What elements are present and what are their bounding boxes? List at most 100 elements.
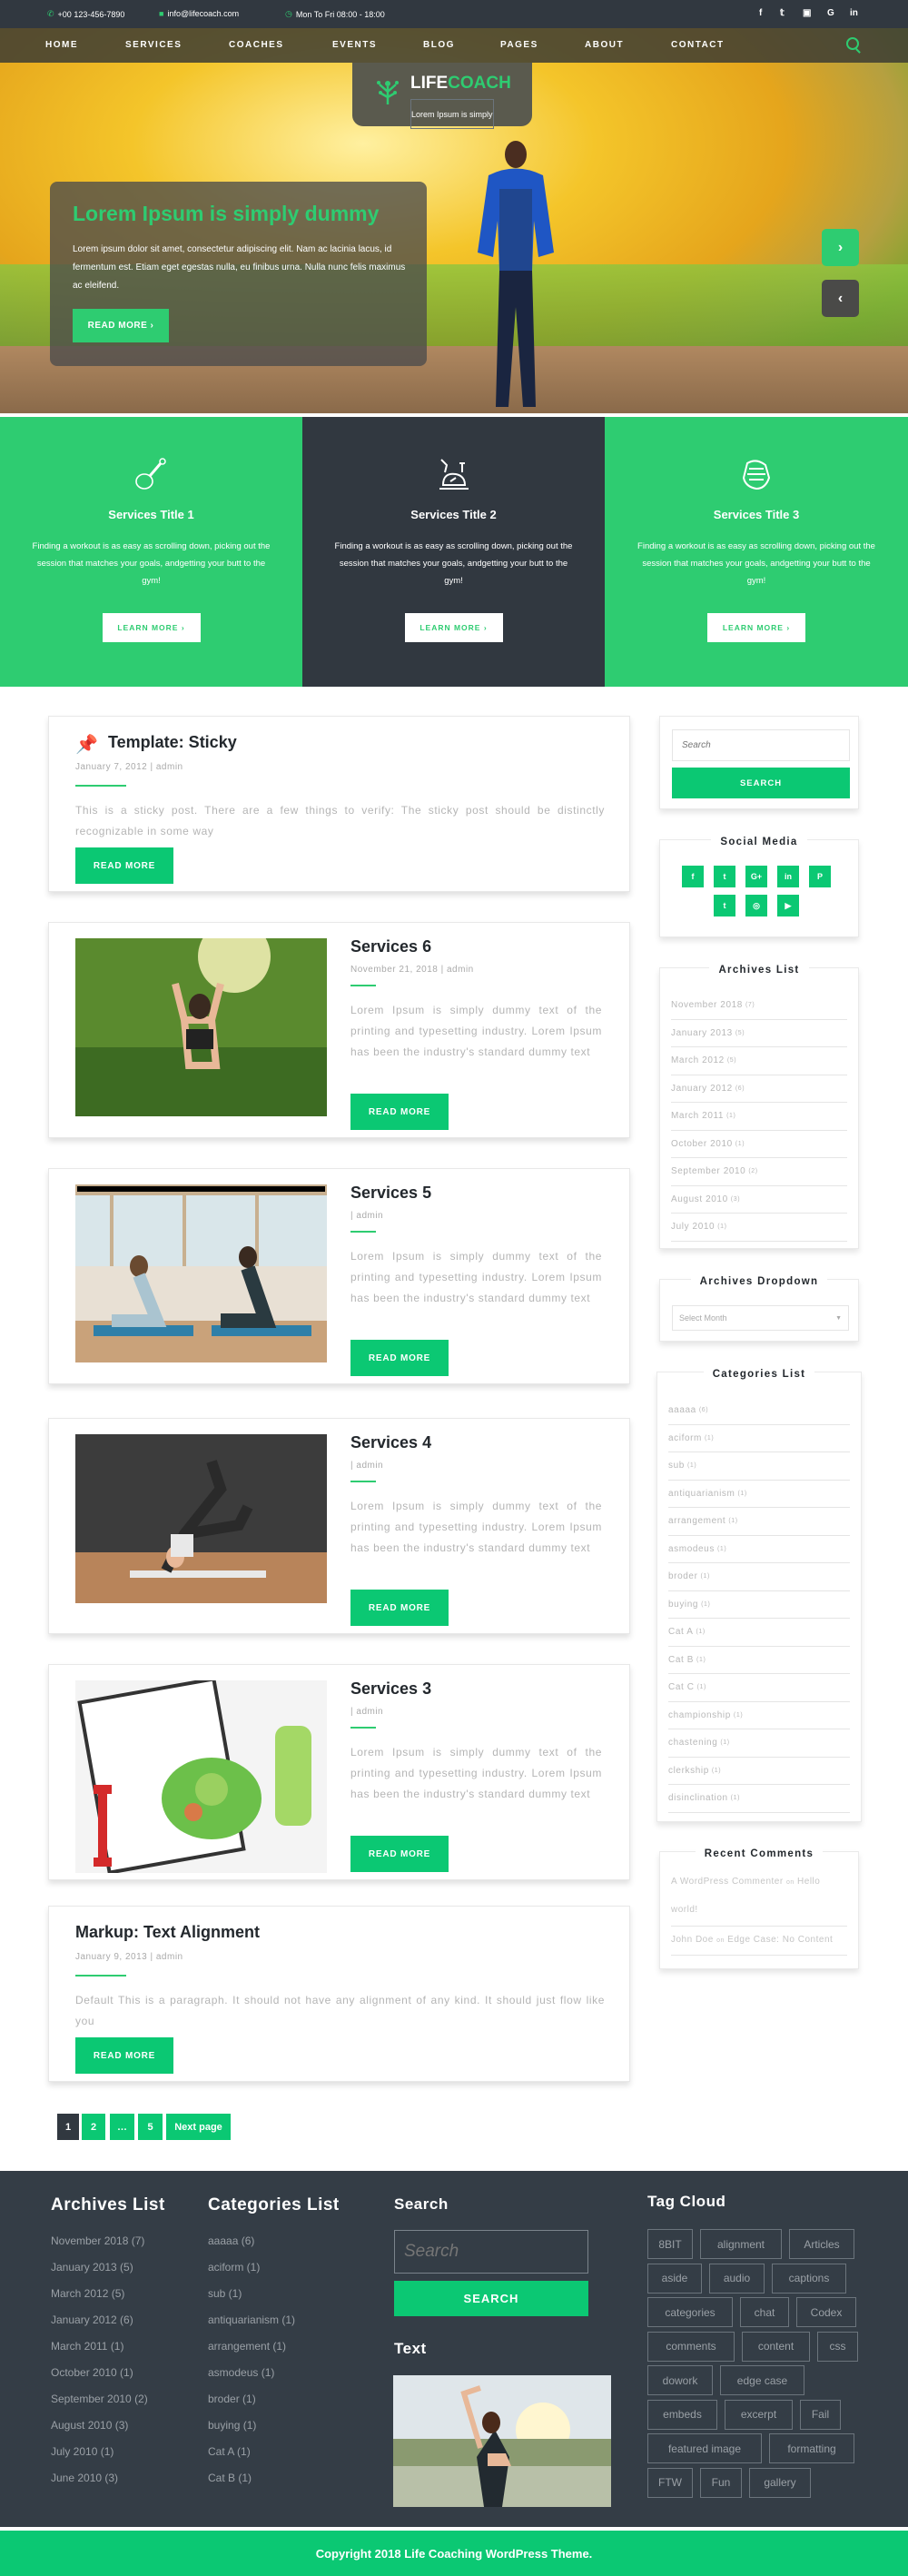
tag-link[interactable]: excerpt xyxy=(725,2399,793,2430)
archive-item[interactable]: January 2013 (5) xyxy=(671,1020,847,1047)
tag-link[interactable]: gallery xyxy=(749,2467,811,2498)
tag-link[interactable]: css xyxy=(817,2331,858,2362)
tag-link[interactable]: dowork xyxy=(647,2365,713,2395)
search-icon[interactable] xyxy=(846,37,859,50)
category-item[interactable]: chastening (1) xyxy=(668,1729,850,1758)
twitter-icon[interactable]: 𝕥 xyxy=(780,8,785,18)
google-icon[interactable]: G xyxy=(827,8,834,18)
category-item[interactable]: buying (1) xyxy=(668,1591,850,1619)
comment-author[interactable]: A WordPress Commenter xyxy=(671,1877,784,1887)
nav-home[interactable]: HOME xyxy=(45,40,78,50)
footer-category-link[interactable]: arrangement (1) xyxy=(208,2340,295,2366)
category-item[interactable]: broder (1) xyxy=(668,1563,850,1591)
post-title[interactable]: Markup: Text Alignment xyxy=(75,1923,260,1942)
footer-search-button[interactable]: SEARCH xyxy=(394,2281,588,2316)
archive-item[interactable]: October 2010 (1) xyxy=(671,1131,847,1158)
tumblr-icon[interactable]: t xyxy=(714,895,735,916)
facebook-icon[interactable]: f xyxy=(759,8,762,18)
nav-pages[interactable]: PAGES xyxy=(500,40,538,50)
archive-item[interactable]: November 2018 (7) xyxy=(671,992,847,1020)
tag-link[interactable]: FTW xyxy=(647,2467,693,2498)
nav-coaches[interactable]: COACHES xyxy=(229,40,284,50)
next-page-button[interactable]: Next page xyxy=(166,2114,231,2140)
footer-archive-link[interactable]: March 2011 (1) xyxy=(51,2340,148,2366)
footer-category-link[interactable]: antiquarianism (1) xyxy=(208,2313,295,2340)
learn-more-button[interactable]: LEARN MORE › xyxy=(404,613,503,642)
archive-item[interactable]: March 2012 (5) xyxy=(671,1047,847,1075)
sidebar-search-button[interactable]: SEARCH xyxy=(672,768,850,798)
category-item[interactable]: Cat B (1) xyxy=(668,1647,850,1674)
footer-category-link[interactable]: Cat A (1) xyxy=(208,2445,295,2472)
linkedin-icon[interactable]: in xyxy=(850,8,858,18)
comment-post-link[interactable]: Edge Case: No Content xyxy=(727,1935,833,1945)
archive-item[interactable]: August 2010 (3) xyxy=(671,1186,847,1214)
category-item[interactable]: asmodeus (1) xyxy=(668,1536,850,1563)
twitter-icon[interactable]: t xyxy=(714,866,735,887)
youtube-icon[interactable]: ▣ xyxy=(803,8,811,18)
footer-archive-link[interactable]: July 2010 (1) xyxy=(51,2445,148,2472)
read-more-button[interactable]: READ MORE xyxy=(75,847,173,884)
tag-link[interactable]: edge case xyxy=(720,2365,804,2395)
footer-archive-link[interactable]: August 2010 (3) xyxy=(51,2419,148,2445)
footer-archive-link[interactable]: January 2013 (5) xyxy=(51,2261,148,2287)
read-more-button[interactable]: READ MORE xyxy=(350,1590,449,1626)
linkedin-icon[interactable]: in xyxy=(777,866,799,887)
category-item[interactable]: arrangement (1) xyxy=(668,1508,850,1536)
tag-link[interactable]: formatting xyxy=(769,2433,854,2463)
tag-link[interactable]: embeds xyxy=(647,2399,717,2430)
tag-link[interactable]: aside xyxy=(647,2263,702,2294)
tag-link[interactable]: Codex xyxy=(796,2297,856,2327)
slider-next-button[interactable]: › xyxy=(822,229,859,266)
footer-category-link[interactable]: broder (1) xyxy=(208,2393,295,2419)
footer-search-input[interactable] xyxy=(394,2230,588,2274)
nav-contact[interactable]: CONTACT xyxy=(671,40,725,50)
tag-link[interactable]: audio xyxy=(709,2263,765,2294)
footer-category-link[interactable]: sub (1) xyxy=(208,2287,295,2313)
contact-phone[interactable]: ✆ +00 123-456-7890 xyxy=(47,9,124,19)
nav-blog[interactable]: BLOG xyxy=(423,40,455,50)
category-item[interactable]: championship (1) xyxy=(668,1702,850,1729)
category-item[interactable]: aciform (1) xyxy=(668,1425,850,1452)
slider-prev-button[interactable]: ‹ xyxy=(822,280,859,317)
footer-category-link[interactable]: buying (1) xyxy=(208,2419,295,2445)
post-title[interactable]: Template: Sticky xyxy=(108,733,237,752)
post-title[interactable]: Services 6 xyxy=(350,937,431,956)
tag-link[interactable]: Fun xyxy=(700,2467,742,2498)
google-plus-icon[interactable]: G+ xyxy=(745,866,767,887)
pinterest-icon[interactable]: P xyxy=(809,866,831,887)
footer-archive-link[interactable]: November 2018 (7) xyxy=(51,2234,148,2261)
tag-link[interactable]: categories xyxy=(647,2297,733,2327)
archive-item[interactable]: March 2011 (1) xyxy=(671,1103,847,1131)
site-logo[interactable]: LIFECOACH Lorem Ipsum is simply xyxy=(352,63,532,129)
category-item[interactable]: clerkship (1) xyxy=(668,1758,850,1785)
footer-archive-link[interactable]: January 2012 (6) xyxy=(51,2313,148,2340)
tag-link[interactable]: alignment xyxy=(700,2229,782,2259)
footer-category-link[interactable]: aaaaa (6) xyxy=(208,2234,295,2261)
footer-archive-link[interactable]: October 2010 (1) xyxy=(51,2366,148,2393)
category-item[interactable]: aaaaa (6) xyxy=(668,1397,850,1425)
category-item[interactable]: Cat A (1) xyxy=(668,1619,850,1647)
tag-link[interactable]: captions xyxy=(772,2263,846,2294)
category-item[interactable]: Cat C (1) xyxy=(668,1674,850,1702)
youtube-icon[interactable]: ▶ xyxy=(777,895,799,916)
nav-events[interactable]: EVENTS xyxy=(332,40,377,50)
nav-services[interactable]: SERVICES xyxy=(125,40,182,50)
category-item[interactable]: sub (1) xyxy=(668,1452,850,1481)
learn-more-button[interactable]: LEARN MORE › xyxy=(707,613,805,642)
post-title[interactable]: Services 3 xyxy=(350,1679,431,1699)
post-title[interactable]: Services 4 xyxy=(350,1433,431,1452)
footer-archive-link[interactable]: September 2010 (2) xyxy=(51,2393,148,2419)
page-2-button[interactable]: 2 xyxy=(82,2114,105,2140)
footer-archive-link[interactable]: June 2010 (3) xyxy=(51,2472,148,2498)
footer-category-link[interactable]: Cat B (1) xyxy=(208,2472,295,2498)
archive-item[interactable]: July 2010 (1) xyxy=(671,1214,847,1242)
footer-category-link[interactable]: aciform (1) xyxy=(208,2261,295,2287)
instagram-icon[interactable]: ◎ xyxy=(745,895,767,916)
archive-item[interactable]: September 2010 (2) xyxy=(671,1158,847,1186)
comment-author[interactable]: John Doe xyxy=(671,1935,714,1945)
footer-category-link[interactable]: asmodeus (1) xyxy=(208,2366,295,2393)
sidebar-search-input[interactable] xyxy=(672,729,850,761)
tag-link[interactable]: chat xyxy=(740,2297,789,2327)
footer-archive-link[interactable]: March 2012 (5) xyxy=(51,2287,148,2313)
read-more-button[interactable]: READ MORE xyxy=(75,2037,173,2074)
